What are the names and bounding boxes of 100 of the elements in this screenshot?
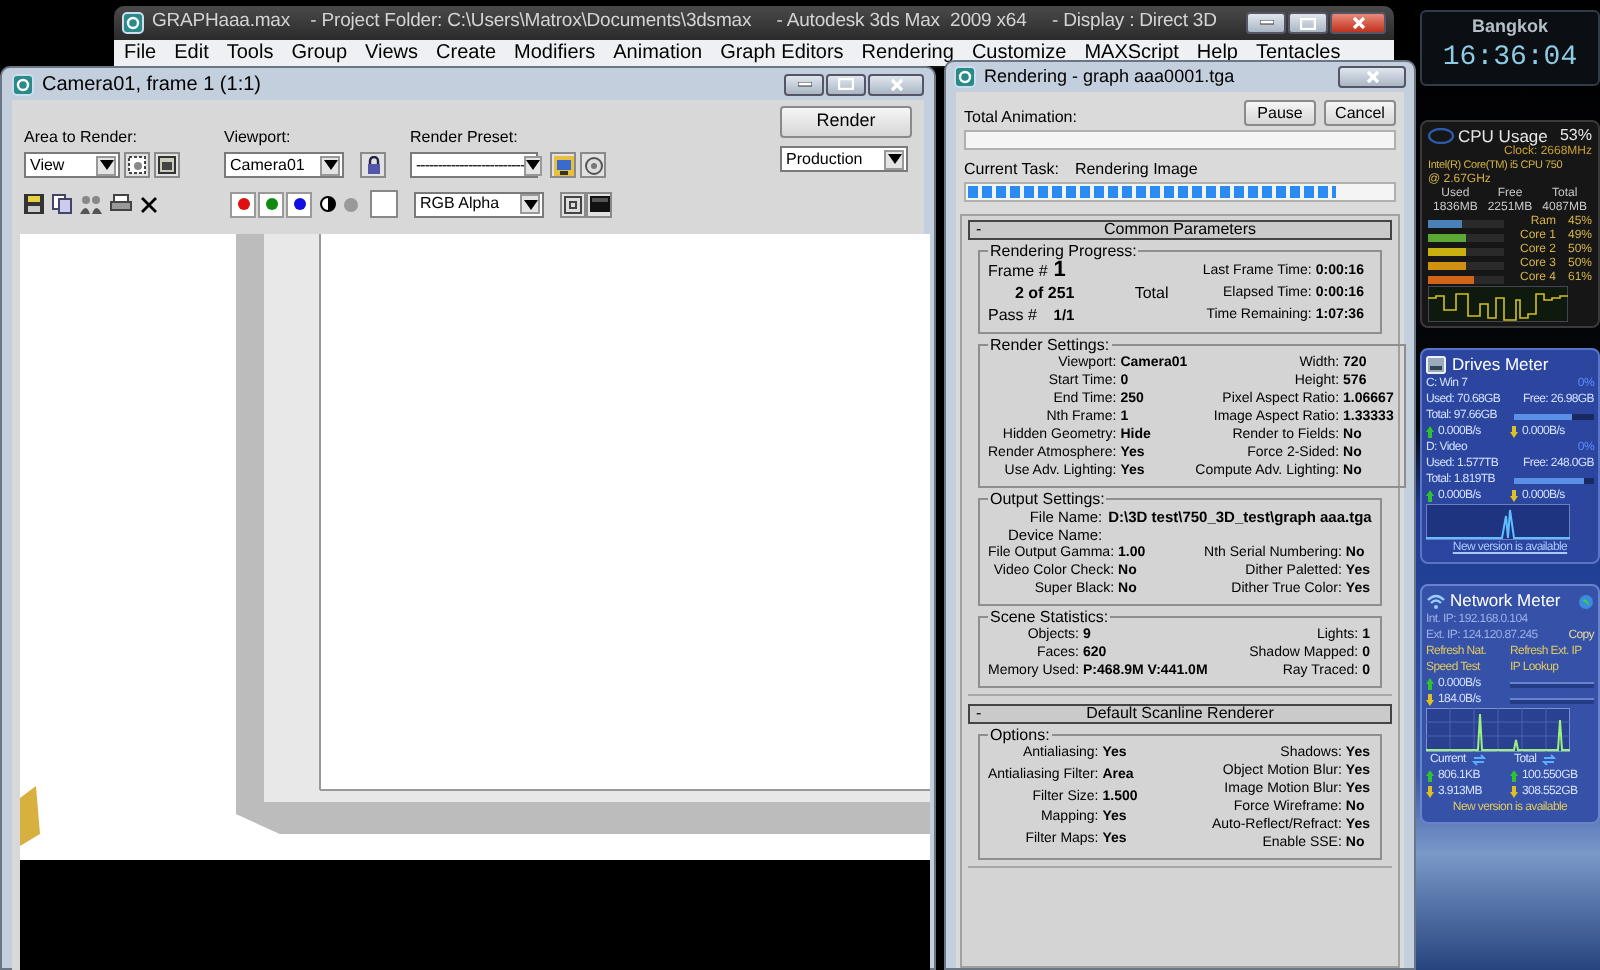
field-value: 2 of 251	[1012, 282, 1075, 304]
clear-icon[interactable]	[140, 195, 158, 213]
minimize-icon	[1259, 20, 1273, 26]
auto-region-icon	[158, 156, 176, 174]
rate-track	[1510, 681, 1594, 687]
print-icon[interactable]	[110, 194, 132, 214]
display-button[interactable]	[586, 191, 612, 217]
window-title: Rendering - graph aaa0001.tga	[984, 63, 1235, 90]
menu-item[interactable]: Modifiers	[514, 43, 596, 63]
rollout-title: Common Parameters	[1101, 222, 1259, 238]
menu-item[interactable]: Tentacles	[1256, 43, 1341, 63]
monochrome-icon[interactable]	[320, 196, 336, 212]
upload-arrow-icon	[1510, 770, 1518, 782]
maximize-icon	[838, 78, 854, 90]
download-arrow-icon	[1426, 786, 1434, 798]
group-title: Scene Statistics:	[988, 608, 1111, 626]
environment-icon	[583, 155, 603, 175]
window-title: Camera01, frame 1 (1:1)	[42, 71, 261, 99]
cpu-graph-drawing	[1428, 286, 1568, 322]
rollout-header[interactable]: - Default Scanline Renderer	[968, 704, 1392, 724]
maximize-icon	[1300, 17, 1316, 29]
group-title: Render Settings:	[988, 336, 1112, 354]
color-swatch[interactable]	[370, 190, 398, 218]
menu-item[interactable]: File	[124, 43, 157, 63]
menu-item[interactable]: Edit	[174, 43, 209, 63]
app-icon	[122, 12, 144, 34]
close-button[interactable]	[1338, 66, 1406, 88]
window-title: GRAPHaaa.max - Project Folder: C:\Users\Matrox\Documents\3dsmax - Autodesk 3ds Max 2009 x64 - Display : Direct 3D	[152, 8, 1217, 37]
globe-icon	[1578, 593, 1594, 609]
app-icon	[954, 66, 976, 88]
close-button[interactable]	[868, 73, 924, 95]
menu-item[interactable]: Tools	[226, 43, 274, 63]
minimize-button[interactable]	[784, 73, 824, 95]
caret-icon	[323, 160, 337, 170]
menu-item[interactable]: Help	[1196, 43, 1238, 63]
view-button[interactable]	[560, 191, 586, 217]
gadget-title: Drives Meter	[1452, 354, 1549, 376]
region-icon	[128, 156, 146, 174]
refresh-icon[interactable]	[1471, 754, 1486, 766]
caret-icon	[99, 160, 113, 170]
alpha-dot-icon[interactable]	[344, 197, 358, 211]
wifi-icon	[1426, 593, 1446, 609]
dropdown[interactable]: -------------------------	[410, 152, 538, 178]
gadget-title: Network Meter	[1450, 590, 1563, 612]
clock-time: 16:36:04	[1442, 40, 1578, 78]
drive-icon	[1426, 356, 1446, 374]
auto-region-button[interactable]	[154, 152, 180, 178]
render-button[interactable]: Render	[780, 106, 912, 138]
menu-item[interactable]: Graph Editors	[720, 43, 844, 63]
save-icon[interactable]	[24, 194, 44, 214]
chip-logo-icon	[1428, 128, 1454, 144]
close-icon	[1351, 16, 1365, 30]
menu-item[interactable]: MAXScript	[1084, 43, 1179, 63]
dropdown[interactable]: View	[24, 152, 120, 178]
caret-icon	[526, 160, 541, 170]
menu-item[interactable]: Rendering	[861, 43, 954, 63]
close-button[interactable]	[1330, 12, 1386, 34]
field-label: Total	[1132, 282, 1169, 304]
lock-button[interactable]	[360, 152, 386, 178]
download-arrow-icon	[1510, 426, 1518, 438]
maximize-button[interactable]	[826, 73, 866, 95]
render-setup-button[interactable]	[550, 152, 576, 178]
minimize-button[interactable]	[1246, 12, 1286, 34]
menu-item[interactable]: Customize	[971, 43, 1067, 63]
field-label: Area to Render:	[24, 128, 139, 148]
environment-button[interactable]	[580, 152, 606, 178]
dropdown[interactable]: Camera01	[224, 152, 344, 178]
render-setup-icon	[553, 155, 573, 175]
menu-item[interactable]: Views	[365, 43, 419, 63]
dialog-button[interactable]: Pause	[1244, 100, 1316, 126]
download-arrow-icon	[1510, 786, 1518, 798]
city-name: Bangkok	[1471, 16, 1548, 38]
close-icon	[1365, 70, 1379, 84]
collapse-toggle[interactable]: -	[976, 222, 996, 238]
maximize-button[interactable]	[1288, 12, 1328, 34]
lock-icon	[365, 156, 381, 174]
copy-icon[interactable]	[52, 194, 72, 214]
rollout-header[interactable]: - Common Parameters	[968, 220, 1392, 240]
download-arrow-icon	[1426, 694, 1434, 706]
dialog-button[interactable]: Cancel	[1324, 100, 1396, 126]
display-icon	[589, 196, 609, 212]
upload-arrow-icon	[1426, 426, 1434, 438]
app-icon	[12, 73, 34, 95]
caret-icon	[523, 199, 537, 209]
upload-arrow-icon	[1426, 770, 1434, 782]
minimize-icon	[797, 81, 811, 87]
menu-item[interactable]: Animation	[613, 43, 703, 63]
refresh-icon[interactable]	[1542, 754, 1557, 766]
collapse-toggle[interactable]: -	[976, 706, 996, 722]
menu-item[interactable]: Create	[436, 43, 497, 63]
network-graph-drawing	[1426, 708, 1570, 752]
region-button[interactable]	[124, 152, 150, 178]
menu-item[interactable]: Group	[291, 43, 348, 63]
dropdown[interactable]: Production	[780, 146, 908, 172]
dropdown[interactable]: RGB Alpha	[414, 191, 544, 217]
group-title: Output Settings:	[988, 490, 1107, 508]
download-arrow-icon	[1510, 490, 1518, 502]
caret-icon	[887, 154, 901, 164]
field-label: Frame #	[988, 260, 1048, 282]
view-icon	[564, 195, 582, 213]
